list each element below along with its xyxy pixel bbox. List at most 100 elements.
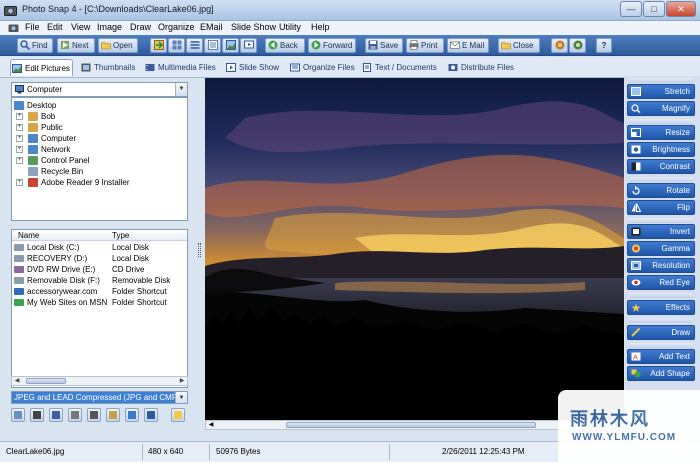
- magnify-label: Magnify: [661, 104, 690, 113]
- open-button[interactable]: Open: [98, 38, 138, 53]
- contrast-button[interactable]: Contrast: [627, 159, 695, 174]
- folder-icon[interactable]: [171, 408, 185, 422]
- splitter-grip[interactable]: [198, 243, 201, 257]
- menu-organize[interactable]: Organize: [158, 22, 195, 32]
- panel-splitter[interactable]: [196, 78, 204, 440]
- maximize-button[interactable]: □: [643, 1, 665, 17]
- expand-icon[interactable]: +: [16, 113, 23, 120]
- menu-view[interactable]: View: [71, 22, 90, 32]
- red-eye-button[interactable]: Red Eye: [627, 275, 695, 290]
- scroll-left-icon[interactable]: ◀: [206, 421, 216, 429]
- chevron-down-icon[interactable]: ▼: [175, 392, 187, 403]
- expand-icon[interactable]: +: [16, 157, 23, 164]
- scroll-thumb[interactable]: [286, 422, 536, 428]
- scroll-thumb[interactable]: [26, 378, 66, 384]
- add-shape-button[interactable]: Add Shape: [627, 366, 695, 381]
- list-item[interactable]: DVD RW Drive (E:) CD Drive: [12, 264, 187, 275]
- expand-icon[interactable]: +: [16, 179, 23, 186]
- film-icon[interactable]: [87, 408, 101, 422]
- text-icon: A: [631, 352, 641, 361]
- menu-utility[interactable]: Utility: [279, 22, 301, 32]
- menu-edit[interactable]: Edit: [47, 22, 63, 32]
- tab-organize-files[interactable]: Organize Files: [289, 59, 355, 76]
- tab-distribute-files[interactable]: Distribute Files: [447, 59, 517, 76]
- resize-button[interactable]: Resize: [627, 125, 695, 140]
- location-dropdown[interactable]: Computer ▼: [11, 82, 188, 97]
- draw-button[interactable]: Draw: [627, 325, 695, 340]
- menu-draw[interactable]: Draw: [130, 22, 151, 32]
- effects-button[interactable]: Effects: [627, 300, 695, 315]
- image-canvas[interactable]: [205, 78, 624, 420]
- tool-button-1[interactable]: [150, 38, 167, 53]
- list-horizontal-scrollbar[interactable]: ◀ ▶: [11, 376, 188, 386]
- folder-icon: [28, 123, 38, 132]
- scroll-left-icon[interactable]: ◀: [12, 377, 22, 385]
- tab-edit-pictures[interactable]: Edit Pictures: [10, 59, 73, 76]
- multimedia-icon: [145, 64, 155, 71]
- find-button[interactable]: Find: [17, 38, 53, 53]
- next-button[interactable]: Next: [57, 38, 95, 53]
- scroll-right-icon[interactable]: ▶: [177, 377, 187, 385]
- tool-button-5[interactable]: [222, 38, 239, 53]
- document-icon: [363, 63, 371, 72]
- filter-icon[interactable]: [125, 408, 139, 422]
- list-item[interactable]: Removable Disk (F:) Removable Disk: [12, 275, 187, 286]
- menu-help[interactable]: Help: [311, 22, 330, 32]
- camera-icon[interactable]: [30, 408, 44, 422]
- tool-button-6[interactable]: [240, 38, 257, 53]
- flip-button[interactable]: Flip: [627, 200, 695, 215]
- speaker-icon[interactable]: [68, 408, 82, 422]
- column-header-type[interactable]: Type: [112, 231, 129, 240]
- tool-button-8[interactable]: [569, 38, 586, 53]
- expand-icon[interactable]: +: [16, 135, 23, 142]
- magnify-button[interactable]: Magnify: [627, 101, 695, 116]
- image-icon[interactable]: [11, 408, 25, 422]
- menu-slide-show[interactable]: Slide Show: [231, 22, 276, 32]
- add-text-button[interactable]: A Add Text: [627, 349, 695, 364]
- list-item[interactable]: accessorywear.com Folder Shortcut: [12, 286, 187, 297]
- expand-icon[interactable]: +: [16, 124, 23, 131]
- close-file-button[interactable]: Close: [498, 38, 540, 53]
- tool-button-7[interactable]: [551, 38, 568, 53]
- list-item[interactable]: RECOVERY (D:) Local Disk: [12, 253, 187, 264]
- invert-label: Invert: [669, 227, 690, 236]
- menu-bar: File Edit View Image Draw Organize EMail…: [0, 21, 700, 35]
- resolution-button[interactable]: Resolution: [627, 258, 695, 273]
- back-button[interactable]: Back: [265, 38, 305, 53]
- minimize-button[interactable]: —: [620, 1, 642, 17]
- close-button[interactable]: ✕: [666, 1, 696, 17]
- app-menu-icon[interactable]: [8, 23, 19, 33]
- tab-slide-show[interactable]: Slide Show: [225, 59, 283, 76]
- file-type-filter[interactable]: JPEG and LEAD Compressed (JPG and CMP) ▼: [11, 391, 188, 404]
- list-item[interactable]: My Web Sites on MSN Folder Shortcut: [12, 297, 187, 308]
- gamma-button[interactable]: Gamma: [627, 241, 695, 256]
- stretch-button[interactable]: Stretch: [627, 84, 695, 99]
- list-item[interactable]: Local Disk (C:) Local Disk: [12, 242, 187, 253]
- rotate-button[interactable]: Rotate: [627, 183, 695, 198]
- swap-icon[interactable]: [144, 408, 158, 422]
- zoom-icon[interactable]: [106, 408, 120, 422]
- tool-button-3[interactable]: [186, 38, 203, 53]
- print-button[interactable]: Print: [406, 38, 444, 53]
- brightness-button[interactable]: Brightness: [627, 142, 695, 157]
- status-divider: [389, 444, 390, 460]
- folder-icon: [28, 145, 38, 154]
- tool-button-2[interactable]: [168, 38, 185, 53]
- tool-button-4[interactable]: [204, 38, 221, 53]
- separator: [629, 318, 693, 323]
- forward-button[interactable]: Forward: [308, 38, 356, 53]
- scanner-icon[interactable]: [49, 408, 63, 422]
- expand-icon[interactable]: +: [16, 146, 23, 153]
- column-header-name[interactable]: Name: [18, 231, 39, 240]
- help-button[interactable]: ?: [596, 38, 612, 53]
- chevron-down-icon[interactable]: ▼: [175, 83, 187, 96]
- menu-file[interactable]: File: [25, 22, 40, 32]
- invert-button[interactable]: Invert: [627, 224, 695, 239]
- tab-thumbnails[interactable]: Thumbnails: [80, 59, 137, 76]
- email-button[interactable]: E Mail: [447, 38, 489, 53]
- menu-email[interactable]: EMail: [200, 22, 223, 32]
- menu-image[interactable]: Image: [97, 22, 122, 32]
- tab-text-documents[interactable]: Text / Documents: [361, 59, 439, 76]
- save-button[interactable]: Save: [365, 38, 403, 53]
- tab-multimedia-files[interactable]: Multimedia Files: [144, 59, 218, 76]
